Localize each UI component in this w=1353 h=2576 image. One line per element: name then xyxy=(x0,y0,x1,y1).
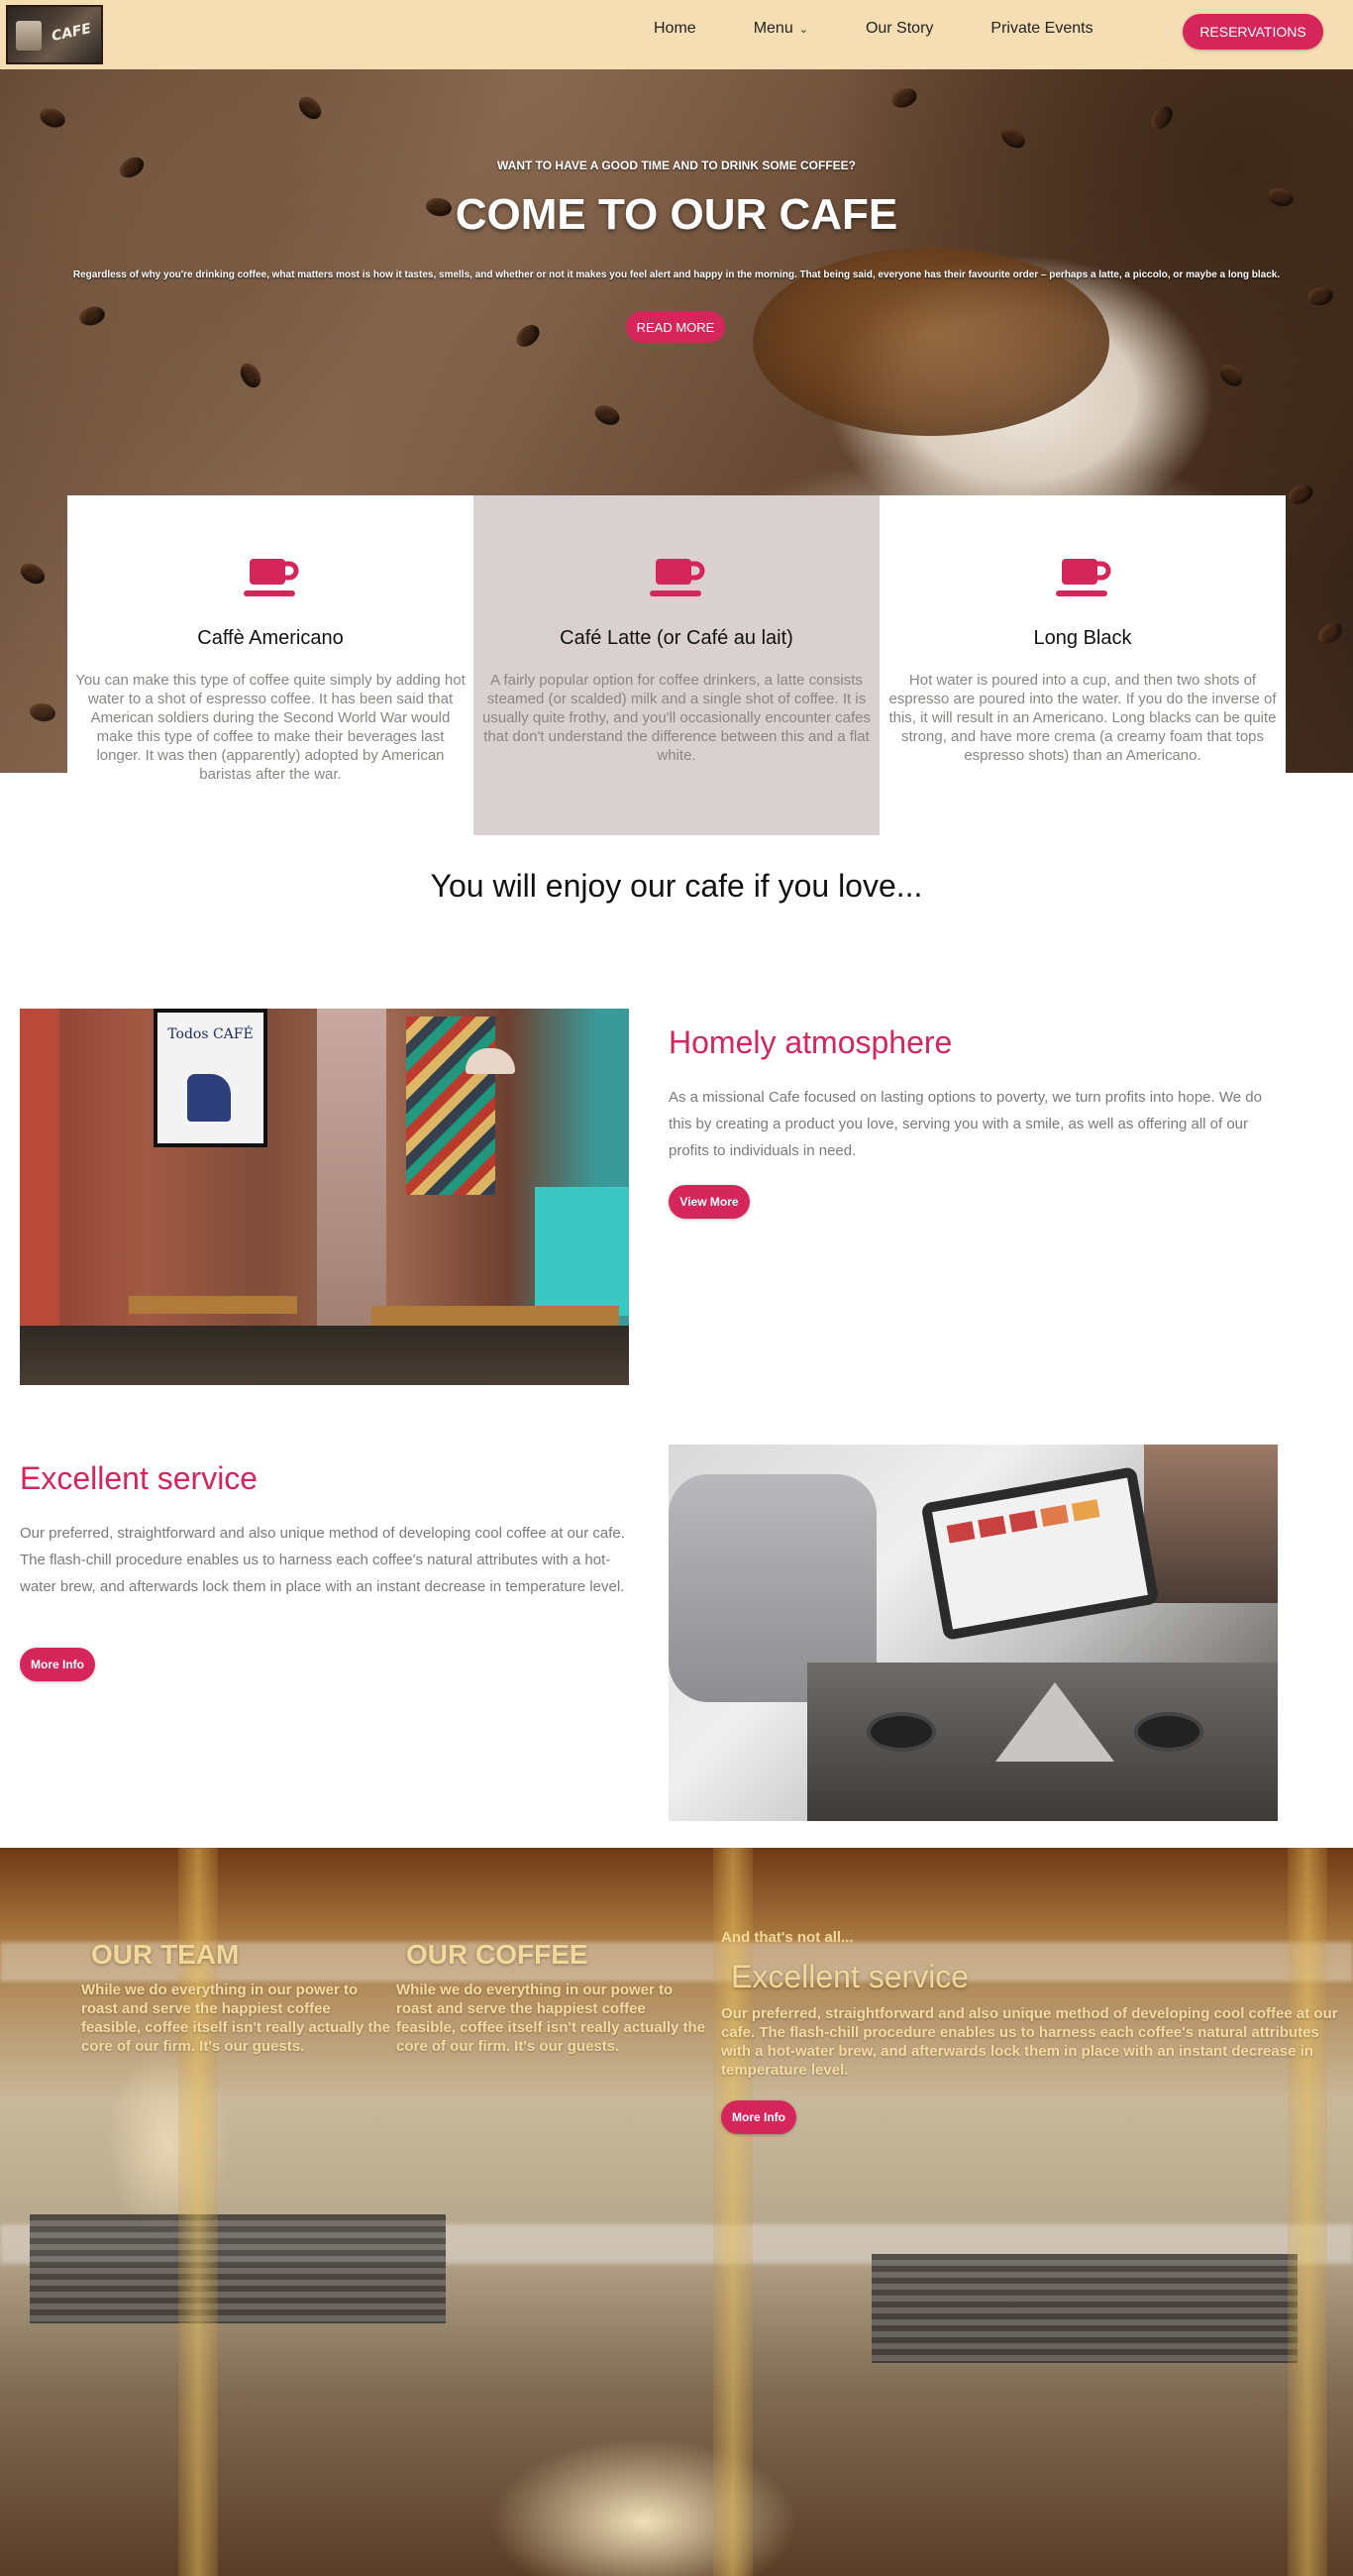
bottom-excellent-service-text: Our preferred, straightforward and also … xyxy=(721,2005,1338,2079)
our-coffee-text: While we do everything in our power to r… xyxy=(396,1982,706,2055)
card-text: A fairly popular option for coffee drink… xyxy=(482,672,871,764)
nav-link-private-events[interactable]: Private Events xyxy=(990,20,1093,38)
hero-description: Regardless of why you're drinking coffee… xyxy=(72,269,1281,280)
card-title: Long Black xyxy=(1033,627,1132,649)
homely-atmosphere-title: Homely atmosphere xyxy=(669,1024,953,1060)
nav-link-our-story[interactable]: Our Story xyxy=(866,20,933,38)
card-title: Café Latte (or Café au lait) xyxy=(560,627,793,649)
nav-link-menu-label: Menu xyxy=(753,20,793,37)
nav-link-home[interactable]: Home xyxy=(654,20,696,38)
cafe-logo[interactable]: CAFE xyxy=(6,5,103,64)
cafe-poster: Todos CAFÉ xyxy=(154,1009,267,1147)
tablet-order-image xyxy=(669,1445,1278,1821)
our-coffee-heading: OUR COFFEE xyxy=(406,1939,588,1970)
our-team-heading: OUR TEAM xyxy=(91,1939,240,1970)
more-info-button[interactable]: More Info xyxy=(20,1648,95,1681)
coffee-cup-icon xyxy=(244,559,299,596)
card-text: Hot water is poured into a cup, and then… xyxy=(888,672,1277,764)
coffee-cup-icon xyxy=(1056,559,1111,596)
view-more-button[interactable]: View More xyxy=(669,1185,750,1219)
card-americano: Caffè Americano You can make this type o… xyxy=(67,495,473,835)
bottom-info-section: OUR TEAM While we do everything in our p… xyxy=(0,1848,1353,2576)
enjoy-heading: You will enjoy our cafe if you love... xyxy=(430,868,923,904)
card-text: You can make this type of coffee quite s… xyxy=(75,672,466,783)
bottom-more-info-button[interactable]: More Info xyxy=(721,2100,796,2134)
our-team-text: While we do everything in our power to r… xyxy=(81,1982,391,2055)
logo-text: CAFE xyxy=(50,20,93,46)
poster-text: Todos CAFÉ xyxy=(167,1026,254,1042)
excellent-service-text: Our preferred, straightforward and also … xyxy=(20,1525,625,1595)
card-title: Caffè Americano xyxy=(197,627,344,649)
coffee-cup-icon xyxy=(650,559,705,596)
card-long-black: Long Black Hot water is poured into a cu… xyxy=(880,495,1286,835)
tablet-graphic xyxy=(920,1465,1160,1642)
cafe-interior-image: Todos CAFÉ xyxy=(20,1009,629,1385)
coffee-types: Caffè Americano You can make this type o… xyxy=(67,495,1286,835)
read-more-button[interactable]: READ MORE xyxy=(626,311,725,343)
logo-cup-graphic xyxy=(16,21,42,51)
nav-link-menu[interactable]: Menu ⌄ xyxy=(754,20,808,38)
card-latte: Café Latte (or Café au lait) A fairly po… xyxy=(473,495,880,835)
homely-atmosphere-text: As a missional Cafe focused on lasting o… xyxy=(669,1089,1262,1159)
nav-links: Home Menu ⌄ Our Story Private Events xyxy=(654,0,1151,57)
chevron-down-icon: ⌄ xyxy=(798,24,808,36)
bottom-excellent-service-heading: Excellent service xyxy=(731,1959,970,1994)
and-thats-not-all-text: And that's not all... xyxy=(721,1929,854,1946)
reservations-button[interactable]: RESERVATIONS xyxy=(1183,14,1323,50)
hero-subtitle: WANT TO HAVE A GOOD TIME AND TO DRINK SO… xyxy=(496,159,856,172)
top-navigation: CAFE Home Menu ⌄ Our Story Private Events… xyxy=(0,0,1353,69)
excellent-service-title: Excellent service xyxy=(20,1460,259,1496)
hero-title: COME TO OUR CAFE xyxy=(455,190,898,239)
